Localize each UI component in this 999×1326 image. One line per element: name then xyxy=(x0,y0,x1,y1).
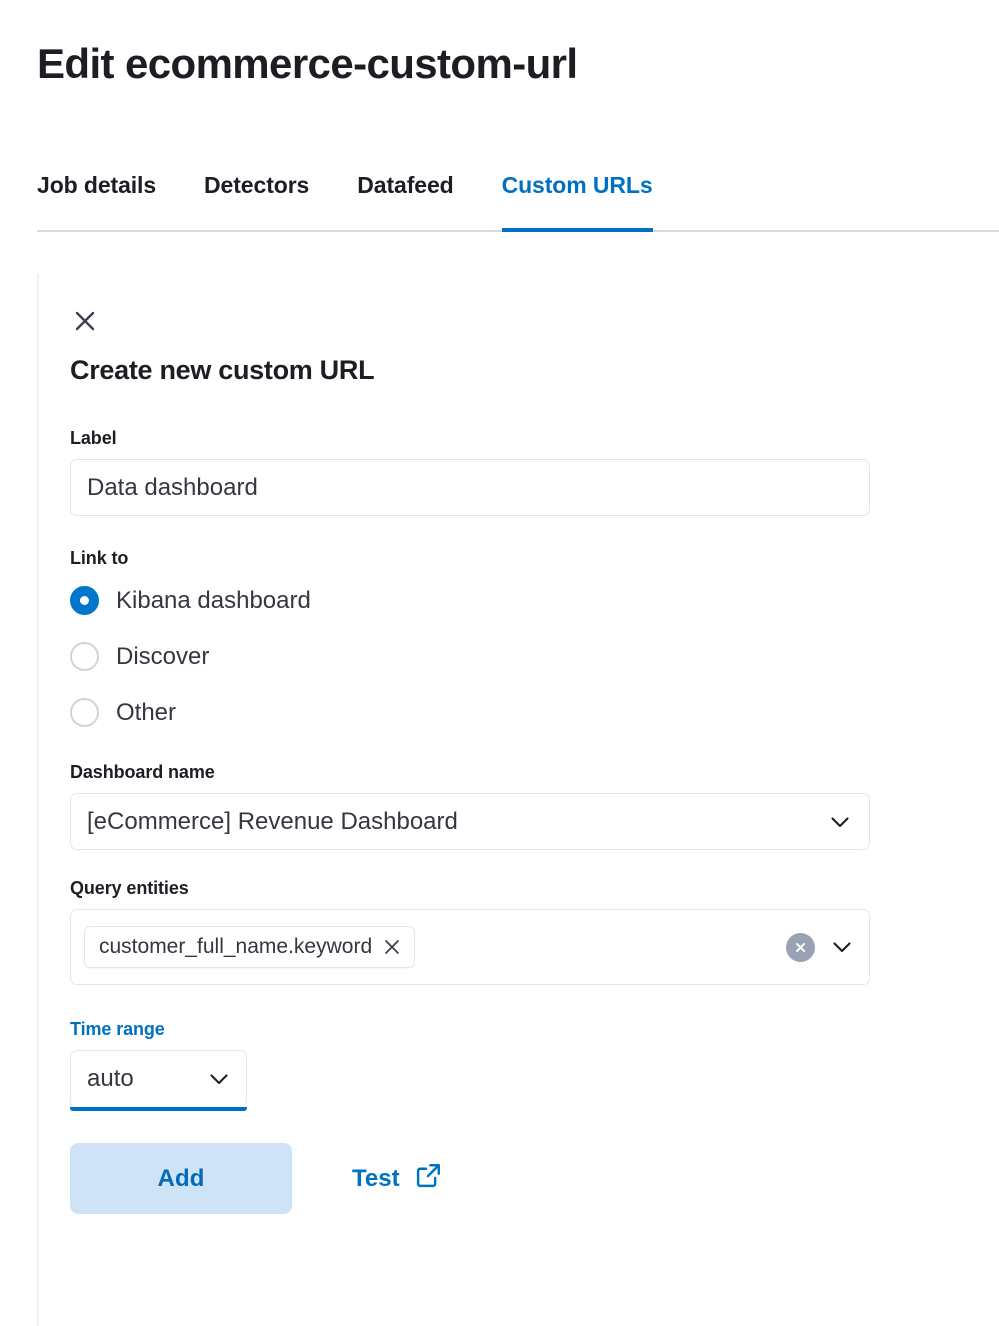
label-field-label: Label xyxy=(70,426,870,450)
tab-bar: Job details Detectors Datafeed Custom UR… xyxy=(37,168,999,232)
combobox-actions xyxy=(786,933,855,962)
time-range-select[interactable]: auto xyxy=(70,1050,247,1107)
tab-label: Custom URLs xyxy=(502,168,653,199)
tab-custom-urls[interactable]: Custom URLs xyxy=(502,168,677,232)
add-button[interactable]: Add xyxy=(70,1143,292,1214)
query-entity-pill-label: customer_full_name.keyword xyxy=(99,935,372,959)
radio-label: Discover xyxy=(116,642,209,671)
page-title: Edit ecommerce-custom-url xyxy=(37,38,577,90)
label-field-group: Label xyxy=(70,426,870,516)
query-entities-label: Query entities xyxy=(70,876,870,900)
dashboard-name-group: Dashboard name [eCommerce] Revenue Dashb… xyxy=(70,760,870,850)
external-link-icon xyxy=(414,1161,443,1197)
close-panel-button[interactable] xyxy=(70,306,100,336)
tab-datafeed[interactable]: Datafeed xyxy=(357,168,477,232)
time-range-value: auto xyxy=(87,1065,206,1093)
dashboard-name-select[interactable]: [eCommerce] Revenue Dashboard xyxy=(70,793,870,850)
remove-entity-icon[interactable] xyxy=(382,937,402,957)
panel-title: Create new custom URL xyxy=(70,353,374,387)
tab-job-details[interactable]: Job details xyxy=(37,168,180,232)
tab-label: Job details xyxy=(37,168,156,199)
dashboard-name-label: Dashboard name xyxy=(70,760,870,784)
form-actions: Add Test xyxy=(70,1143,870,1214)
radio-label: Other xyxy=(116,698,176,727)
active-tab-underline xyxy=(502,228,653,232)
radio-label: Kibana dashboard xyxy=(116,586,311,615)
chevron-down-icon xyxy=(206,1066,232,1092)
radio-mark-icon xyxy=(70,586,99,615)
time-range-group: Time range auto xyxy=(70,1017,870,1111)
tab-detectors[interactable]: Detectors xyxy=(204,168,333,232)
time-range-focus-underline xyxy=(70,1107,247,1111)
link-to-label: Link to xyxy=(70,546,870,570)
radio-discover[interactable]: Discover xyxy=(70,635,870,678)
chevron-down-icon[interactable] xyxy=(829,934,855,960)
custom-url-form: Label Link to Kibana dashboard Discover … xyxy=(70,426,870,1214)
tab-label: Detectors xyxy=(204,168,309,199)
time-range-label: Time range xyxy=(70,1017,870,1041)
tab-label: Datafeed xyxy=(357,168,453,199)
radio-mark-icon xyxy=(70,642,99,671)
label-input[interactable] xyxy=(70,459,870,516)
test-button[interactable]: Test xyxy=(352,1161,443,1197)
query-entities-combobox[interactable]: customer_full_name.keyword xyxy=(70,909,870,985)
query-entity-pill[interactable]: customer_full_name.keyword xyxy=(84,926,415,968)
dashboard-name-value: [eCommerce] Revenue Dashboard xyxy=(87,808,827,836)
create-custom-url-panel: Create new custom URL Label Link to Kiba… xyxy=(37,274,999,1326)
clear-combobox-button[interactable] xyxy=(786,933,815,962)
radio-other[interactable]: Other xyxy=(70,691,870,734)
close-icon xyxy=(793,940,808,955)
query-entities-group: Query entities customer_full_name.keywor… xyxy=(70,876,870,985)
test-button-label: Test xyxy=(352,1165,400,1193)
chevron-down-icon xyxy=(827,809,853,835)
close-icon xyxy=(72,308,98,334)
radio-mark-icon xyxy=(70,698,99,727)
link-to-group: Link to Kibana dashboard Discover Other xyxy=(70,546,870,734)
radio-kibana-dashboard[interactable]: Kibana dashboard xyxy=(70,579,870,622)
